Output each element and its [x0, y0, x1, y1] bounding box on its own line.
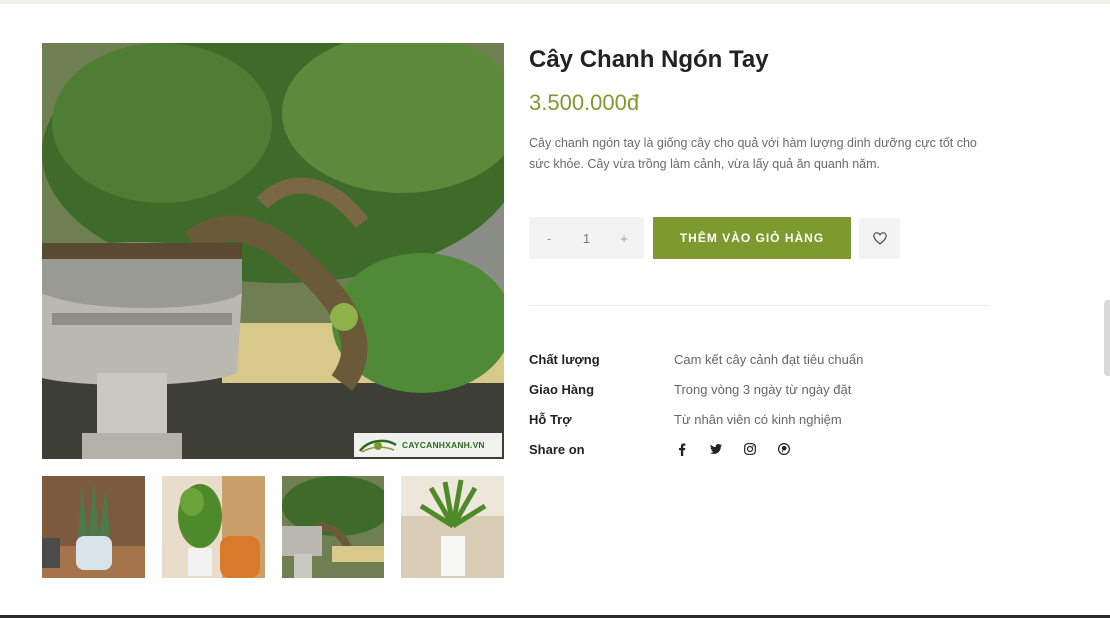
social-share-icons: [674, 441, 792, 457]
bonsai-photo: [42, 43, 504, 459]
meta-value: Trong vòng 3 ngày từ ngày đặt: [674, 381, 852, 397]
thumbnail-palm[interactable]: [401, 476, 504, 578]
section-divider: [529, 305, 989, 306]
instagram-icon[interactable]: [742, 441, 758, 457]
meta-value: Cam kết cây cảnh đạt tiêu chuẩn: [674, 351, 864, 367]
share-label: Share on: [529, 441, 585, 457]
product-info: Cây Chanh Ngón Tay 3.500.000đ Cây chanh …: [529, 44, 989, 175]
quantity-minus-button[interactable]: -: [543, 231, 555, 246]
bonsai-thumb-photo: [281, 476, 385, 578]
twitter-icon[interactable]: [708, 441, 724, 457]
thumbnail-aloe[interactable]: [42, 476, 145, 578]
meta-value: Từ nhân viên có kinh nghiệm: [674, 411, 842, 427]
add-to-cart-button[interactable]: THÊM VÀO GIỎ HÀNG: [653, 217, 851, 259]
quantity-stepper: - 1 +: [529, 217, 644, 259]
thumbnail-gallery: [42, 476, 504, 578]
product-page: CAYCANHXANH.VN Cây Chanh Ngón Tay 3.500.…: [0, 0, 1110, 618]
wishlist-button[interactable]: [859, 217, 900, 259]
fiddle-leaf-photo: [161, 476, 265, 578]
meta-row-quality: Chất lượng Cam kết cây cảnh đạt tiêu chu…: [529, 344, 989, 374]
side-scroll-tab[interactable]: [1104, 300, 1110, 376]
pinterest-icon[interactable]: [776, 441, 792, 457]
main-product-image[interactable]: CAYCANHXANH.VN: [42, 43, 504, 459]
meta-row-delivery: Giao Hàng Trong vòng 3 ngày từ ngày đặt: [529, 374, 989, 404]
meta-label: Giao Hàng: [529, 381, 595, 397]
meta-row-share: Share on: [529, 434, 989, 464]
meta-label: Chất lượng: [529, 351, 600, 367]
meta-row-support: Hỗ Trợ Từ nhân viên có kinh nghiệm: [529, 404, 989, 434]
caycanhxanh-logo-icon: [358, 439, 397, 453]
watermark-text: CAYCANHXANH.VN: [402, 440, 485, 450]
facebook-icon[interactable]: [674, 441, 690, 457]
watermark: CAYCANHXANH.VN: [354, 433, 502, 457]
palm-photo: [401, 476, 504, 578]
product-description: Cây chanh ngón tay là giống cây cho quả …: [529, 136, 977, 171]
meta-label: Hỗ Trợ: [529, 411, 572, 427]
product-meta: Chất lượng Cam kết cây cảnh đạt tiêu chu…: [529, 344, 989, 464]
thumbnail-bonsai[interactable]: [281, 476, 385, 578]
thumbnail-fiddle-leaf[interactable]: [161, 476, 265, 578]
product-price: 3.500.000đ: [529, 90, 640, 115]
quantity-value[interactable]: 1: [583, 231, 590, 246]
heart-icon: [872, 231, 887, 245]
add-to-cart-row: - 1 + THÊM VÀO GIỎ HÀNG: [529, 217, 900, 259]
quantity-plus-button[interactable]: +: [618, 231, 630, 246]
top-border: [0, 0, 1110, 4]
product-title: Cây Chanh Ngón Tay: [529, 46, 769, 73]
aloe-photo: [42, 476, 145, 578]
